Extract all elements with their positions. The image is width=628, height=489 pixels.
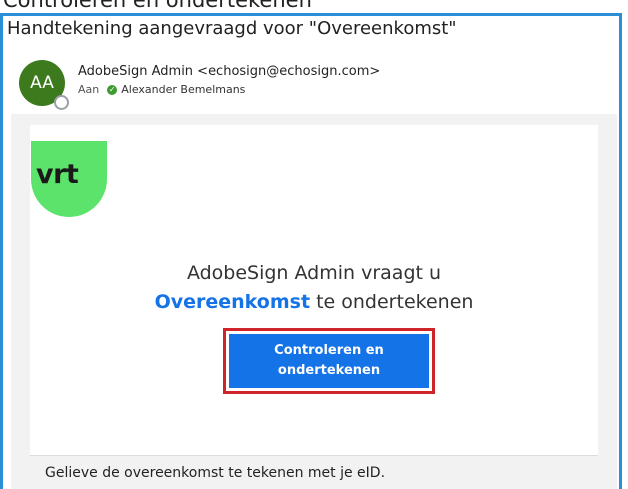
recipient-name[interactable]: Alexander Bemelmans bbox=[121, 83, 245, 96]
headline-suffix: te ondertekenen bbox=[310, 291, 474, 313]
document-name-link[interactable]: Overeenkomst bbox=[155, 291, 310, 313]
headline-line-1: AdobeSign Admin vraagt u bbox=[186, 262, 442, 284]
email-subject: Handtekening aangevraagd voor "Overeenko… bbox=[7, 18, 457, 39]
vrt-logo: vrt bbox=[31, 141, 107, 217]
message-body-panel: vrt AdobeSign Admin vraagt u Overeenkoms… bbox=[11, 114, 617, 489]
online-status-icon: ✓ bbox=[107, 84, 118, 95]
to-label: Aan bbox=[78, 83, 100, 96]
logo-text: vrt bbox=[36, 159, 79, 190]
avatar-initials: AA bbox=[30, 73, 54, 93]
request-headline: AdobeSign Admin vraagt u Overeenkomst te… bbox=[30, 259, 598, 317]
message-frame: Handtekening aangevraagd voor "Overeenko… bbox=[0, 13, 622, 489]
signature-request-card: vrt AdobeSign Admin vraagt u Overeenkoms… bbox=[30, 125, 598, 456]
review-and-sign-button[interactable]: Controleren en ondertekenen bbox=[229, 334, 429, 388]
instruction-text: Gelieve de overeenkomst te tekenen met j… bbox=[45, 465, 386, 481]
cta-highlight-box: Controleren en ondertekenen bbox=[223, 328, 435, 394]
recipient-row: Aan ✓ Alexander Bemelmans bbox=[78, 83, 245, 96]
cut-off-heading: Controleren en ondertekenen bbox=[3, 0, 312, 12]
presence-status-icon bbox=[54, 95, 69, 110]
headline-line-2: Overeenkomst te ondertekenen bbox=[30, 288, 598, 317]
sender-name[interactable]: AdobeSign Admin <echosign@echosign.com> bbox=[78, 64, 380, 79]
email-reading-pane: Controleren en ondertekenen Handtekening… bbox=[0, 0, 628, 489]
